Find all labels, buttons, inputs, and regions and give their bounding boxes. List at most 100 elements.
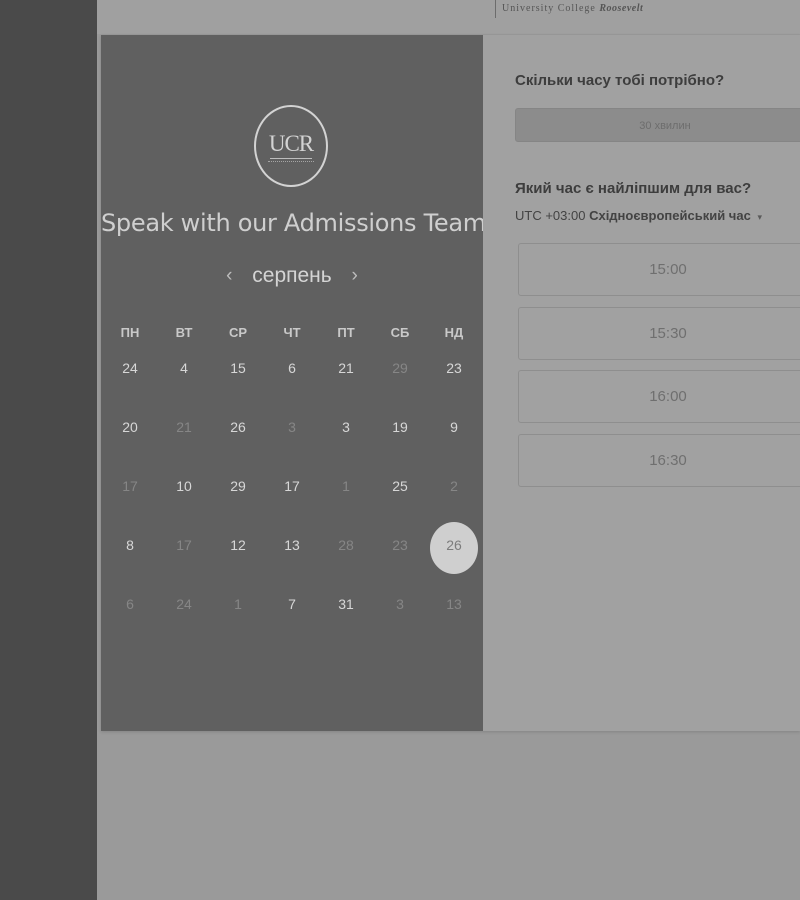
header-logo-text: University College xyxy=(502,3,596,14)
calendar-day[interactable]: 10 xyxy=(157,466,211,525)
month-navigation: ‹ серпень › xyxy=(101,261,483,291)
timezone-offset: UTC +03:00 xyxy=(515,208,586,223)
timezone-name: Східноєвропейський час xyxy=(589,208,751,223)
calendar-day-number: 15 xyxy=(230,360,246,376)
calendar-day-number: 4 xyxy=(180,360,188,376)
header-logo-italic: Roosevelt xyxy=(599,3,644,14)
weekday-label: НД xyxy=(444,325,464,340)
calendar-day-number: 3 xyxy=(288,419,296,435)
top-header: University College Roosevelt xyxy=(97,0,800,34)
calendar-day: 1 xyxy=(319,466,373,525)
calendar-day[interactable]: 29 xyxy=(211,466,265,525)
calendar-day-selected[interactable]: 26 xyxy=(427,522,481,584)
chevron-left-icon[interactable]: ‹ xyxy=(220,265,238,287)
calendar-day[interactable]: 9 xyxy=(427,407,481,466)
time-slot-1600[interactable]: 16:00 xyxy=(518,370,800,423)
calendar-day-number: 13 xyxy=(446,596,462,612)
calendar-day: 29 xyxy=(373,348,427,407)
calendar-day-number: 1 xyxy=(342,478,350,494)
calendar-day-number: 13 xyxy=(284,537,300,553)
calendar-day[interactable]: 26 xyxy=(211,407,265,466)
calendar-day[interactable]: 25 xyxy=(373,466,427,525)
calendar-day: 3 xyxy=(373,584,427,643)
calendar-day: 17 xyxy=(103,466,157,525)
calendar-day-number: 7 xyxy=(288,596,296,612)
calendar-day-number: 3 xyxy=(396,596,404,612)
calendar-day[interactable]: 24 xyxy=(103,348,157,407)
chevron-right-icon[interactable]: › xyxy=(346,265,364,287)
calendar-day-number: 6 xyxy=(126,596,134,612)
calendar-day-number: 24 xyxy=(176,596,192,612)
calendar-day[interactable]: 21 xyxy=(319,348,373,407)
calendar-day[interactable]: 31 xyxy=(319,584,373,643)
calendar-day-number: 20 xyxy=(122,419,138,435)
scheduling-widget: UCR Speak with our Admissions Team ‹ сер… xyxy=(101,35,800,731)
calendar-day: 17 xyxy=(157,525,211,584)
weekday-header: ПН ВТ СР ЧТ ПТ СБ НД xyxy=(103,325,481,345)
ucr-logo-subline xyxy=(268,161,314,165)
calendar-day: 13 xyxy=(427,584,481,643)
calendar-day-number: 9 xyxy=(450,419,458,435)
header-logo: University College Roosevelt xyxy=(495,0,643,18)
calendar-day-number: 17 xyxy=(284,478,300,494)
calendar-title: Speak with our Admissions Team xyxy=(101,209,486,237)
time-slot-1530[interactable]: 15:30 xyxy=(518,307,800,360)
weekday-label: ПН xyxy=(120,325,140,340)
calendar-day-number: 6 xyxy=(288,360,296,376)
calendar-day-number: 25 xyxy=(392,478,408,494)
calendar-day-number: 19 xyxy=(392,419,408,435)
calendar-day[interactable]: 19 xyxy=(373,407,427,466)
calendar-day-number: 31 xyxy=(338,596,354,612)
weekday-label: ПТ xyxy=(337,325,355,340)
ucr-logo-line xyxy=(270,158,312,159)
calendar-day: 6 xyxy=(103,584,157,643)
calendar-day[interactable]: 23 xyxy=(427,348,481,407)
calendar-day: 23 xyxy=(373,525,427,584)
calendar-day[interactable]: 7 xyxy=(265,584,319,643)
calendar-day-number: 26 xyxy=(446,537,462,553)
calendar-day-number: 10 xyxy=(176,478,192,494)
calendar-day-number: 8 xyxy=(126,537,134,553)
month-label: серпень xyxy=(252,264,332,287)
calendar-day: 1 xyxy=(211,584,265,643)
calendar-day[interactable]: 15 xyxy=(211,348,265,407)
time-question: Який час є найліпшим для вас? xyxy=(515,180,752,197)
calendar-day[interactable]: 20 xyxy=(103,407,157,466)
calendar-day: 21 xyxy=(157,407,211,466)
time-slot-1500[interactable]: 15:00 xyxy=(518,243,800,296)
duration-option-button[interactable]: 30 хвилин xyxy=(515,108,800,142)
calendar-day[interactable]: 12 xyxy=(211,525,265,584)
calendar-day[interactable]: 17 xyxy=(265,466,319,525)
time-selection-panel: Скільки часу тобі потрібно? 30 хвилин Як… xyxy=(483,35,800,731)
calendar-day-number: 24 xyxy=(122,360,138,376)
calendar-day: 28 xyxy=(319,525,373,584)
weekday-label: СБ xyxy=(390,325,410,340)
calendar-day-number: 23 xyxy=(446,360,462,376)
ucr-logo: UCR xyxy=(254,105,328,187)
calendar-day-number: 12 xyxy=(230,537,246,553)
ucr-logo-text: UCR xyxy=(268,131,314,156)
timezone-selector[interactable]: UTC +03:00 Східноєвропейський час ▾ xyxy=(515,208,762,223)
calendar-day-number: 1 xyxy=(234,596,242,612)
calendar-day[interactable]: 3 xyxy=(319,407,373,466)
calendar-day[interactable]: 8 xyxy=(103,525,157,584)
calendar-day[interactable]: 13 xyxy=(265,525,319,584)
calendar-day[interactable]: 4 xyxy=(157,348,211,407)
left-sidebar-strip xyxy=(0,0,97,900)
calendar-day-number: 21 xyxy=(176,419,192,435)
calendar-day-number: 28 xyxy=(338,537,354,553)
weekday-label: ЧТ xyxy=(283,325,301,340)
caret-down-icon: ▾ xyxy=(757,212,762,222)
calendar-day[interactable]: 6 xyxy=(265,348,319,407)
calendar-day-number: 23 xyxy=(392,537,408,553)
calendar-day-number: 26 xyxy=(230,419,246,435)
duration-question: Скільки часу тобі потрібно? xyxy=(515,72,725,89)
calendar-day: 2 xyxy=(427,466,481,525)
calendar-day-number: 2 xyxy=(450,478,458,494)
calendar-days-grid: 24 4 15 6 21 29 23 20 21 26 3 3 19 9 17 10 29 17 1 25 2 8 17 12… xyxy=(103,348,481,648)
time-slot-1630[interactable]: 16:30 xyxy=(518,434,800,487)
weekday-label: СР xyxy=(228,325,248,340)
calendar-day-number: 17 xyxy=(122,478,138,494)
calendar-day-number: 29 xyxy=(230,478,246,494)
calendar-panel: UCR Speak with our Admissions Team ‹ сер… xyxy=(101,35,486,731)
